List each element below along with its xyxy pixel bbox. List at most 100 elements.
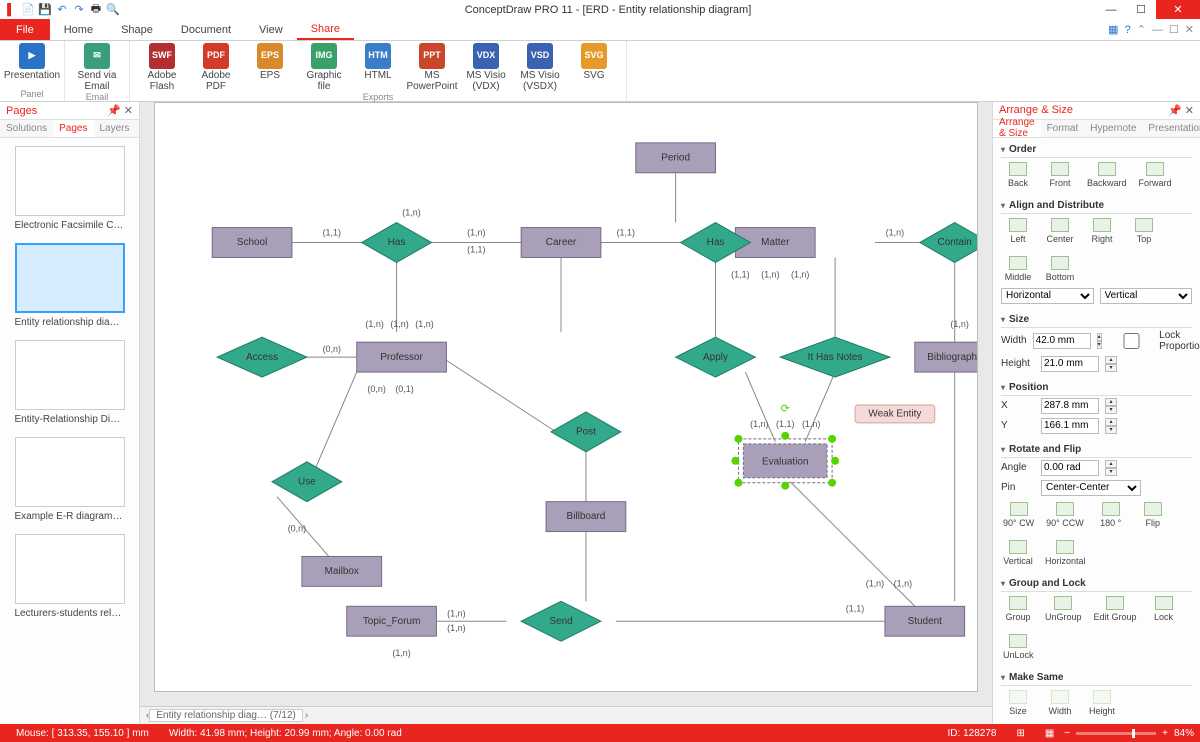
rp-tab-presentation[interactable]: Presentation bbox=[1142, 120, 1200, 137]
svg-text:(0,n): (0,n) bbox=[288, 524, 306, 534]
lock-proportions-checkbox[interactable] bbox=[1108, 333, 1156, 349]
flip-button[interactable]: Flip bbox=[1138, 502, 1168, 528]
page-thumb[interactable]: Entity-Relationship Diagr… bbox=[15, 340, 125, 433]
tab-home[interactable]: Home bbox=[50, 19, 107, 40]
tab-share[interactable]: Share bbox=[297, 19, 354, 40]
tab-view[interactable]: View bbox=[245, 19, 297, 40]
make-same-height-button[interactable]: Height bbox=[1087, 690, 1117, 716]
svg-text:(1,n): (1,n) bbox=[390, 319, 408, 329]
close-button[interactable]: ✕ bbox=[1156, 0, 1200, 19]
order-forward-button[interactable]: Forward bbox=[1139, 162, 1172, 188]
tab-shape[interactable]: Shape bbox=[107, 19, 167, 40]
angle-input[interactable] bbox=[1041, 460, 1099, 476]
print-icon[interactable]: 🖶 bbox=[89, 3, 103, 17]
distribute-h-select[interactable]: Horizontal bbox=[1001, 288, 1094, 304]
edit-group-button[interactable]: Edit Group bbox=[1094, 596, 1137, 622]
doc-close-icon[interactable]: ✕ bbox=[1185, 23, 1194, 36]
tab-file[interactable]: File bbox=[0, 19, 50, 40]
pos-x-input[interactable] bbox=[1041, 398, 1099, 414]
pin-icon[interactable]: 📌 ✕ bbox=[107, 104, 133, 117]
order-backward-button[interactable]: Backward bbox=[1087, 162, 1127, 188]
align-bottom-button[interactable]: Bottom bbox=[1045, 256, 1075, 282]
svg-text:Topic_Forum: Topic_Forum bbox=[363, 616, 421, 627]
order-front-button[interactable]: Front bbox=[1045, 162, 1075, 188]
doc-tab[interactable]: Entity relationship diag… (7/12) bbox=[149, 709, 303, 722]
ungroup-button[interactable]: UnGroup bbox=[1045, 596, 1082, 622]
export-eps-button[interactable]: EPSEPS bbox=[246, 43, 294, 92]
rotate-180-button[interactable]: 180 ° bbox=[1096, 502, 1126, 528]
undo-icon[interactable]: ↶ bbox=[55, 3, 69, 17]
zoom-out-button[interactable]: − bbox=[1064, 728, 1070, 739]
page-thumb[interactable]: Electronic Facsimile Coll… bbox=[15, 146, 125, 239]
export-vdx-button[interactable]: VDXMS Visio (VDX) bbox=[462, 43, 510, 92]
svg-text:Career: Career bbox=[546, 237, 577, 248]
page-thumbnails[interactable]: Electronic Facsimile Coll… Entity relati… bbox=[0, 138, 139, 724]
subtab-layers[interactable]: Layers bbox=[94, 120, 136, 137]
make-same-width-button[interactable]: Width bbox=[1045, 690, 1075, 716]
group-button[interactable]: Group bbox=[1003, 596, 1033, 622]
subtab-pages[interactable]: Pages bbox=[53, 120, 93, 137]
zoom-slider[interactable] bbox=[1076, 732, 1156, 735]
distribute-v-select[interactable]: Vertical bbox=[1100, 288, 1193, 304]
save-icon[interactable]: 💾 bbox=[38, 3, 52, 17]
align-middle-button[interactable]: Middle bbox=[1003, 256, 1033, 282]
drawing-canvas[interactable]: (1,1) (1,n) (1,1) (1,1) (1,n) (1,n) (1,n… bbox=[154, 102, 978, 692]
rp-tab-format[interactable]: Format bbox=[1041, 120, 1085, 137]
width-input[interactable] bbox=[1033, 333, 1091, 349]
make-same-size-button[interactable]: Size bbox=[1003, 690, 1033, 716]
rp-tab-hypernote[interactable]: Hypernote bbox=[1084, 120, 1142, 137]
snap-icon[interactable]: ⊞ bbox=[1006, 728, 1034, 739]
page-thumb[interactable]: Example E-R diagram ext… bbox=[15, 437, 125, 530]
app-launcher-icon[interactable]: ▦ bbox=[1108, 23, 1118, 36]
export-ppt-button[interactable]: PPTMS PowerPoint bbox=[408, 43, 456, 92]
entity-shapes[interactable]: School Career Period Matter Bibliography… bbox=[212, 143, 977, 636]
export-pdf-button[interactable]: PDFAdobe PDF bbox=[192, 43, 240, 92]
send-email-button[interactable]: ✉Send via Email bbox=[73, 43, 121, 92]
export-flash-button[interactable]: SWFAdobe Flash bbox=[138, 43, 186, 92]
unlock-button[interactable]: UnLock bbox=[1003, 634, 1034, 660]
help-icon[interactable]: ? bbox=[1125, 24, 1131, 36]
presentation-button[interactable]: ▶Presentation bbox=[8, 43, 56, 82]
height-input[interactable] bbox=[1041, 356, 1099, 372]
align-center-button[interactable]: Center bbox=[1045, 218, 1075, 244]
pin-icon[interactable]: 📌 ✕ bbox=[1168, 104, 1194, 117]
flip-v-button[interactable]: Vertical bbox=[1003, 540, 1033, 566]
rotate-ccw-button[interactable]: 90° CCW bbox=[1046, 502, 1084, 528]
svg-text:School: School bbox=[237, 237, 267, 248]
svg-text:Matter: Matter bbox=[761, 237, 790, 248]
svg-text:(1,n): (1,n) bbox=[866, 578, 884, 588]
new-doc-icon[interactable]: ▌ bbox=[4, 3, 18, 17]
export-svg-button[interactable]: SVGSVG bbox=[570, 43, 618, 92]
preview-icon[interactable]: 🔍 bbox=[106, 3, 120, 17]
export-graphic-button[interactable]: IMGGraphic file bbox=[300, 43, 348, 92]
flip-h-button[interactable]: Horizontal bbox=[1045, 540, 1086, 566]
doc-restore-icon[interactable]: ☐ bbox=[1169, 23, 1179, 36]
ribbon-right-tools: ▦ ? ⌃ — ☐ ✕ bbox=[1108, 19, 1200, 40]
grid-icon[interactable]: ▦ bbox=[1035, 728, 1064, 739]
zoom-in-button[interactable]: + bbox=[1162, 728, 1168, 739]
svg-text:Bibliography: Bibliography bbox=[927, 352, 977, 363]
subtab-solutions[interactable]: Solutions bbox=[0, 120, 53, 137]
minimize-button[interactable]: — bbox=[1096, 0, 1126, 19]
rp-tab-arrange[interactable]: Arrange & Size bbox=[993, 120, 1041, 137]
align-right-button[interactable]: Right bbox=[1087, 218, 1117, 244]
doc-min-icon[interactable]: — bbox=[1152, 24, 1163, 36]
tab-document[interactable]: Document bbox=[167, 19, 245, 40]
maximize-button[interactable]: ☐ bbox=[1126, 0, 1156, 19]
pos-y-input[interactable] bbox=[1041, 418, 1099, 434]
document-tabs[interactable]: ‹ Entity relationship diag… (7/12) › bbox=[140, 706, 992, 724]
lock-button[interactable]: Lock bbox=[1149, 596, 1179, 622]
export-html-button[interactable]: HTMHTML bbox=[354, 43, 402, 92]
rotate-cw-button[interactable]: 90° CW bbox=[1003, 502, 1034, 528]
align-left-button[interactable]: Left bbox=[1003, 218, 1033, 244]
tab-scroll-right-icon[interactable]: › bbox=[305, 710, 308, 721]
align-top-button[interactable]: Top bbox=[1129, 218, 1159, 244]
redo-icon[interactable]: ↷ bbox=[72, 3, 86, 17]
page-thumb[interactable]: Entity relationship diagram bbox=[15, 243, 125, 336]
pin-select[interactable]: Center-Center bbox=[1041, 480, 1141, 496]
page-thumb[interactable]: Lecturers-students relatio… bbox=[15, 534, 125, 627]
open-icon[interactable]: 📄 bbox=[21, 3, 35, 17]
export-vsdx-button[interactable]: VSDMS Visio (VSDX) bbox=[516, 43, 564, 92]
order-back-button[interactable]: Back bbox=[1003, 162, 1033, 188]
ribbon-collapse-icon[interactable]: ⌃ bbox=[1137, 23, 1146, 36]
